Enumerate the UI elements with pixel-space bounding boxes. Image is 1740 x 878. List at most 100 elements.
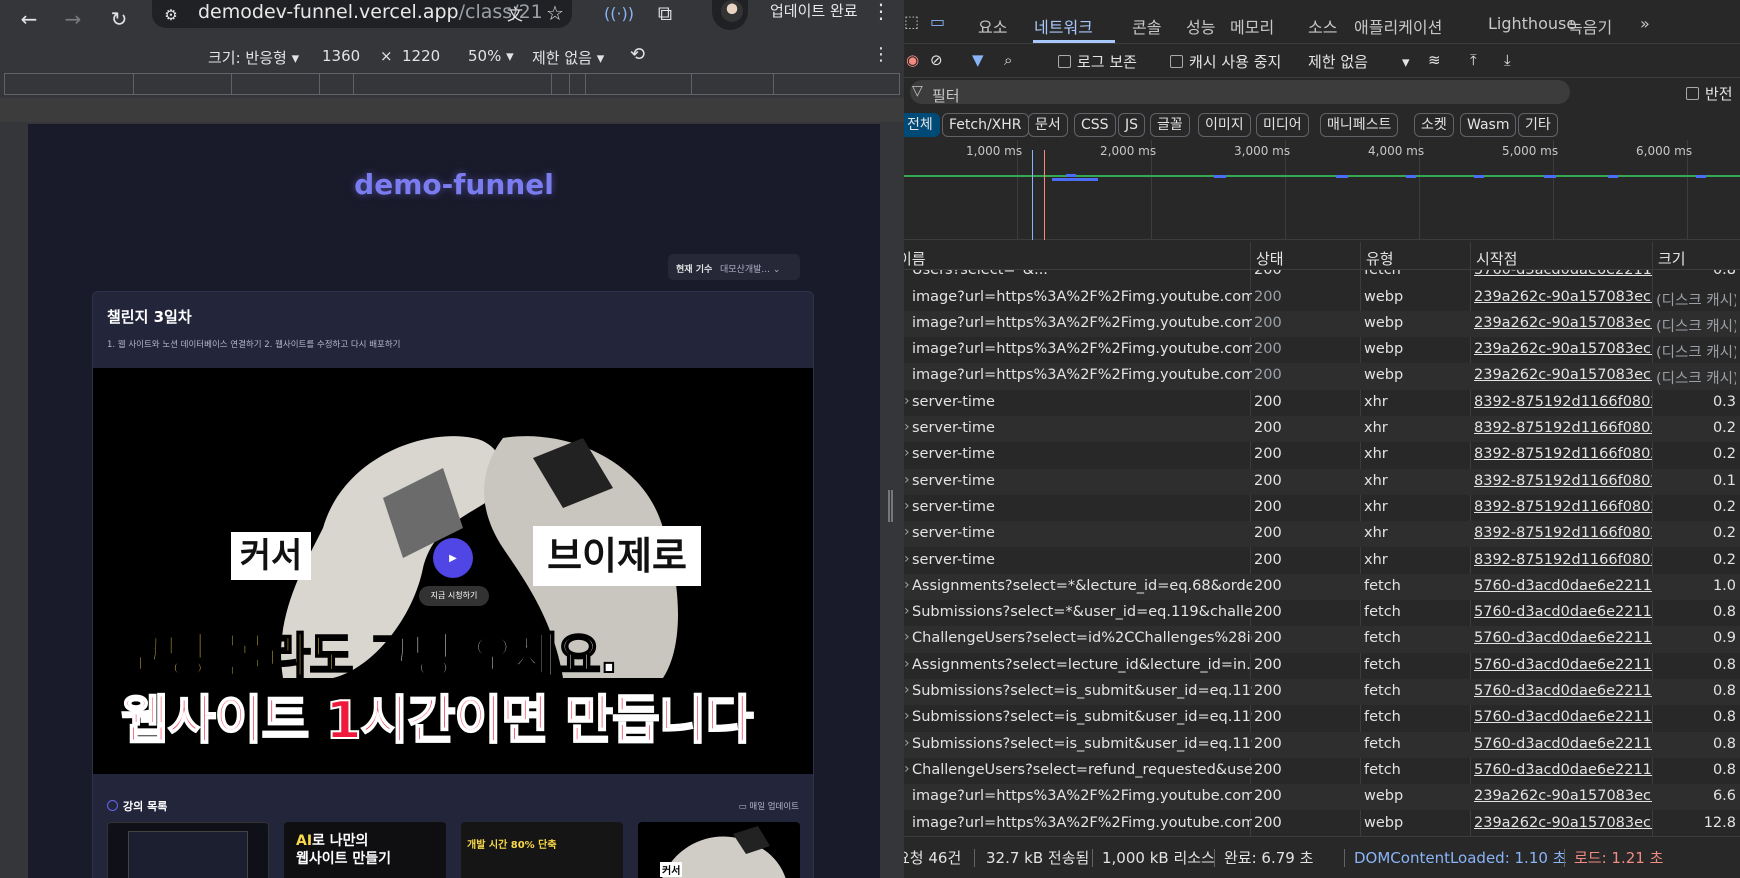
table-row[interactable]: image?url=https%3A%2F%2Fimg.youtube.com.…: [904, 285, 1740, 311]
request-initiator[interactable]: 8392-875192d1166f0802.js: [1474, 473, 1652, 489]
request-initiator[interactable]: 5760-d3acd0dae6e2211c.js: [1474, 604, 1652, 620]
chip-document[interactable]: 문서: [1028, 113, 1068, 137]
request-initiator[interactable]: 8392-875192d1166f0802.js: [1474, 499, 1652, 515]
request-expand-icon[interactable]: ›: [904, 393, 910, 409]
request-initiator[interactable]: 239a262c-90a157083ecb2: [1474, 367, 1652, 383]
table-row[interactable]: Assignments?select=*&lecture_id=eq.68&or…: [904, 573, 1740, 601]
device-more-icon[interactable]: ⋮: [872, 44, 890, 65]
site-info-icon[interactable]: ⚙: [156, 0, 186, 30]
tab-application[interactable]: 애플리케이션: [1354, 14, 1442, 38]
request-expand-icon[interactable]: ›: [904, 761, 910, 777]
download-icon[interactable]: ⤓: [1504, 51, 1511, 69]
chip-media[interactable]: 미디어: [1256, 113, 1309, 137]
network-overview-timeline[interactable]: 1,000 ms 2,000 ms 3,000 ms 4,000 ms 5,00…: [904, 140, 1740, 240]
request-initiator[interactable]: 5760-d3acd0dae6e2211c.js: [1474, 762, 1652, 778]
video-thumbnail[interactable]: 커서 브이제로 ▶ 지금 시청하기 코딩 몰라도 그냥 오세요. 웹사이트 1시…: [93, 368, 813, 774]
translate-icon[interactable]: 文: [500, 0, 530, 28]
tab-recorder[interactable]: 녹음기: [1568, 14, 1612, 38]
request-expand-icon[interactable]: ›: [904, 629, 910, 645]
request-initiator[interactable]: 8392-875192d1166f0802.js: [1474, 525, 1652, 541]
chip-wasm[interactable]: Wasm: [1460, 113, 1517, 137]
request-initiator[interactable]: 5760-d3acd0dae6e2211c.js: [1474, 578, 1652, 594]
chip-socket[interactable]: 소켓: [1414, 113, 1454, 137]
table-row[interactable]: Users?select=*&... 200 fetch 5760-d3acd0…: [904, 270, 1740, 284]
request-initiator[interactable]: 239a262c-90a157083ecb2: [1474, 341, 1652, 357]
table-row[interactable]: server-time 200 xhr 8392-875192d1166f0802.j…: [904, 521, 1740, 548]
request-expand-icon[interactable]: ›: [904, 524, 910, 540]
bookmark-star-icon[interactable]: ☆: [540, 0, 570, 28]
request-expand-icon[interactable]: ›: [904, 656, 910, 672]
chip-other[interactable]: 기타: [1518, 113, 1558, 137]
chip-manifest[interactable]: 매니페스트: [1320, 113, 1399, 137]
table-row[interactable]: image?url=https%3A%2F%2Fimg.youtube.com.…: [904, 363, 1740, 390]
site-logo[interactable]: demo-funnel: [28, 168, 880, 201]
play-button[interactable]: ▶: [433, 538, 473, 578]
invert-checkbox[interactable]: 반전: [1686, 83, 1733, 104]
request-expand-icon[interactable]: ›: [904, 445, 910, 461]
request-expand-icon[interactable]: ›: [904, 577, 910, 593]
table-row[interactable]: Submissions?select=is_submit&user_id=eq.…: [904, 705, 1740, 731]
table-row[interactable]: server-time 200 xhr 8392-875192d1166f0802.j…: [904, 548, 1740, 574]
device-toggle-icon[interactable]: ▭: [930, 12, 945, 31]
inspect-icon[interactable]: ⬚: [904, 12, 919, 31]
dimensions-select[interactable]: 크기: 반응형 ▾: [208, 47, 299, 68]
record-icon[interactable]: ◉: [906, 51, 919, 69]
chip-image[interactable]: 이미지: [1198, 113, 1251, 137]
request-initiator[interactable]: 8392-875192d1166f0802.js: [1474, 394, 1652, 410]
height-input[interactable]: 1220: [402, 47, 440, 65]
table-row[interactable]: ChallengeUsers?select=id%2CChallenges%28…: [904, 626, 1740, 653]
table-row[interactable]: server-time 200 xhr 8392-875192d1166f0802.j…: [904, 468, 1740, 495]
request-expand-icon[interactable]: ›: [904, 603, 910, 619]
url-text[interactable]: demodev-funnel.vercel.app/class/21: [198, 0, 543, 24]
throttle-select[interactable]: 제한 없음 ▾: [532, 47, 604, 68]
request-expand-icon[interactable]: ›: [904, 735, 910, 751]
request-expand-icon[interactable]: ›: [904, 498, 910, 514]
zoom-select[interactable]: 50% ▾: [468, 47, 514, 65]
table-row[interactable]: Submissions?select=*&user_id=eq.119&chal…: [904, 600, 1740, 626]
request-initiator[interactable]: 239a262c-90a157083ecb2: [1474, 315, 1652, 331]
tab-lighthouse[interactable]: Lighthouse: [1488, 14, 1576, 33]
request-initiator[interactable]: 5760-d3acd0dae6e2211c.js: [1474, 270, 1652, 278]
request-initiator[interactable]: 8392-875192d1166f0802.js: [1474, 420, 1652, 436]
col-name[interactable]: 이름: [904, 248, 926, 269]
width-input[interactable]: 1360: [322, 47, 360, 65]
col-initiator[interactable]: 시작점: [1476, 248, 1517, 269]
request-initiator[interactable]: 8392-875192d1166f0802.js: [1474, 446, 1652, 462]
request-initiator[interactable]: 5760-d3acd0dae6e2211c.js: [1474, 709, 1652, 725]
table-row[interactable]: image?url=https%3A%2F%2Fimg.youtube.com.…: [904, 310, 1740, 338]
filter-input[interactable]: ▽ 필터: [910, 80, 1570, 105]
back-icon[interactable]: ←: [14, 4, 44, 34]
request-initiator[interactable]: 239a262c-90a157083ecb2: [1474, 815, 1652, 831]
search-icon[interactable]: ⌕: [1004, 51, 1012, 69]
clear-icon[interactable]: ⊘: [930, 51, 943, 69]
tab-performance[interactable]: 성능: [1186, 14, 1215, 38]
request-initiator[interactable]: 239a262c-90a157083ecb2: [1474, 289, 1652, 305]
tab-memory[interactable]: 메모리: [1230, 14, 1274, 38]
request-expand-icon[interactable]: ›: [904, 472, 910, 488]
request-expand-icon[interactable]: ›: [904, 419, 910, 435]
watch-now-button[interactable]: 지금 시청하기: [419, 586, 489, 606]
request-initiator[interactable]: 5760-d3acd0dae6e2211c.js: [1474, 736, 1652, 752]
request-initiator[interactable]: 5760-d3acd0dae6e2211c.js: [1474, 683, 1652, 699]
col-status[interactable]: 상태: [1256, 248, 1284, 269]
reload-icon[interactable]: ↻: [104, 4, 134, 34]
table-row[interactable]: server-time 200 xhr 8392-875192d1166f0802.j…: [904, 495, 1740, 521]
request-expand-icon[interactable]: ›: [904, 682, 910, 698]
media-query-ruler[interactable]: [0, 72, 904, 98]
chip-all[interactable]: 전체: [904, 113, 940, 137]
table-row[interactable]: image?url=https%3A%2F%2Fimg.youtube.com.…: [904, 337, 1740, 363]
preserve-log-checkbox[interactable]: 로그 보존: [1058, 51, 1137, 72]
rotate-icon[interactable]: ⟲: [630, 44, 645, 65]
table-row[interactable]: image?url=https%3A%2F%2Fimg.youtube.com.…: [904, 784, 1740, 811]
table-row[interactable]: server-time 200 xhr 8392-875192d1166f0802.j…: [904, 416, 1740, 443]
table-row[interactable]: Submissions?select=is_submit&user_id=eq.…: [904, 679, 1740, 706]
update-button[interactable]: 업데이트 완료: [770, 0, 858, 22]
throttling-select[interactable]: 제한 없음 ▾: [1308, 51, 1410, 72]
request-initiator[interactable]: 239a262c-90a157083ecb2: [1474, 788, 1652, 804]
request-initiator[interactable]: 5760-d3acd0dae6e2211c.js: [1474, 657, 1652, 673]
table-row[interactable]: Assignments?select=lecture_id&lecture_id…: [904, 653, 1740, 679]
request-expand-icon[interactable]: ›: [904, 708, 910, 724]
cast-icon[interactable]: ((·)): [604, 0, 634, 28]
tab-network[interactable]: 네트워크: [1034, 14, 1093, 38]
menu-icon[interactable]: ⋮: [866, 0, 896, 26]
